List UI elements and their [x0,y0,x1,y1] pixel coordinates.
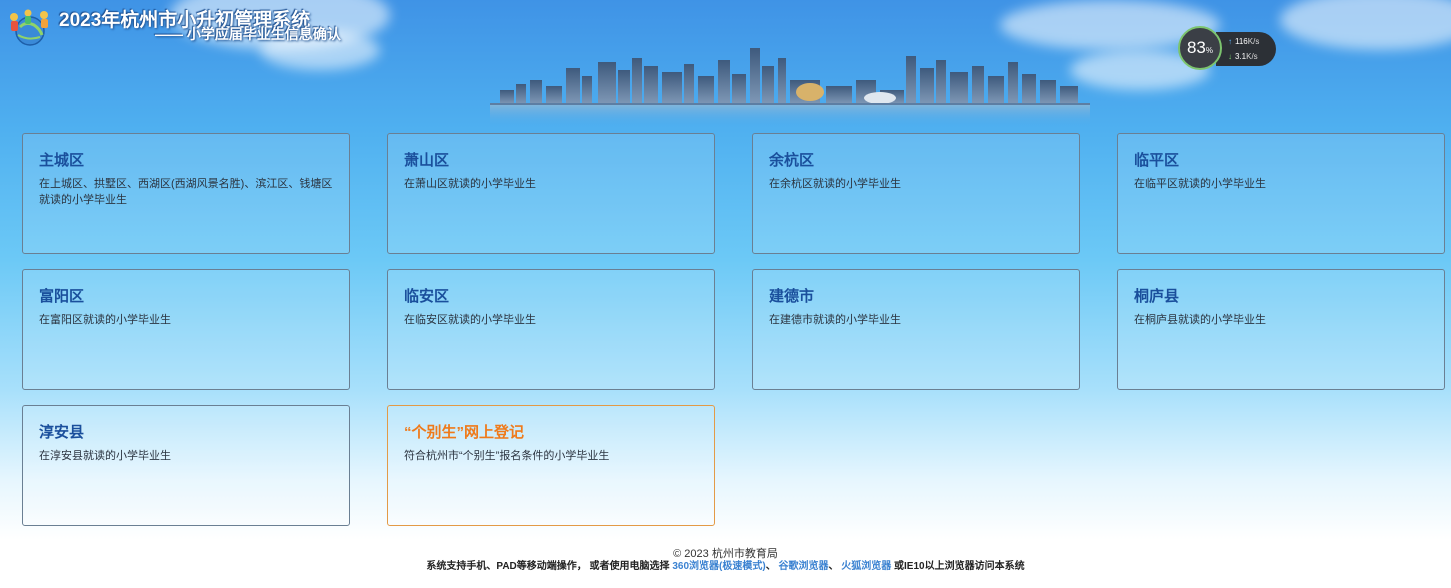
district-card-xiaoshan[interactable]: 萧山区 在萧山区就读的小学毕业生 [387,133,715,254]
upload-arrow-icon: ↑ [1228,37,1232,46]
upload-speed: 116 [1235,37,1248,46]
speed-panel: ↑ 116K/s ↓ 3.1K/s [1216,32,1276,66]
network-speed-widget[interactable]: ↑ 116K/s ↓ 3.1K/s 83% [1178,26,1276,72]
card-description: 在临平区就读的小学毕业生 [1134,178,1266,190]
header-banner: 2023年杭州市小升初管理系统 —— 小学应届毕业生信息确认 ↑ 116K/s … [0,0,1451,125]
card-title: 桐庐县 [1134,288,1180,305]
card-description: 符合杭州市“个别生”报名条件的小学毕业生 [404,450,610,462]
browser-firefox-link[interactable]: 火狐浏览器 [841,561,891,572]
card-title: 临安区 [404,288,450,305]
card-title: 建德市 [769,288,815,305]
separator: 、 [828,561,839,572]
separator: 、 [765,561,776,572]
card-title: “个别生”网上登记 [404,424,525,441]
district-card-linan[interactable]: 临安区 在临安区就读的小学毕业生 [387,269,715,390]
city-skyline-image [490,48,1090,125]
district-card-fuyang[interactable]: 富阳区 在富阳区就读的小学毕业生 [22,269,350,390]
card-description: 在上城区、拱墅区、西湖区(西湖风景名胜)、滨江区、钱塘区就读的小学毕业生 [39,178,333,206]
card-title: 萧山区 [404,152,450,169]
card-description: 在临安区就读的小学毕业生 [404,314,536,326]
card-description: 在富阳区就读的小学毕业生 [39,314,171,326]
download-unit: K/s [1246,52,1258,61]
note-suffix: 或IE10以上浏览器访问本系统 [894,561,1025,572]
card-title: 富阳区 [39,288,85,305]
card-description: 在余杭区就读的小学毕业生 [769,178,901,190]
district-card-linping[interactable]: 临平区 在临平区就读的小学毕业生 [1117,133,1445,254]
card-title: 余杭区 [769,152,815,169]
district-card-tonglu[interactable]: 桐庐县 在桐庐县就读的小学毕业生 [1117,269,1445,390]
percent-unit: % [1205,46,1214,55]
app-subtitle: —— 小学应届毕业生信息确认 [155,26,341,42]
card-title: 主城区 [39,152,85,169]
memory-usage-gauge: 83% [1178,26,1222,70]
district-card-jiande[interactable]: 建德市 在建德市就读的小学毕业生 [752,269,1080,390]
card-title: 临平区 [1134,152,1180,169]
card-description: 在萧山区就读的小学毕业生 [404,178,536,190]
district-card-yuhang[interactable]: 余杭区 在余杭区就读的小学毕业生 [752,133,1080,254]
card-title: 淳安县 [39,424,85,441]
card-description: 在建德市就读的小学毕业生 [769,314,901,326]
district-card-chunan[interactable]: 淳安县 在淳安县就读的小学毕业生 [22,405,350,526]
special-student-registration-card[interactable]: “个别生”网上登记 符合杭州市“个别生”报名条件的小学毕业生 [387,405,715,526]
district-card-main-city[interactable]: 主城区 在上城区、拱墅区、西湖区(西湖风景名胜)、滨江区、钱塘区就读的小学毕业生 [22,133,350,254]
browser-360-link[interactable]: 360浏览器(极速模式) [672,561,765,572]
download-arrow-icon: ↓ [1228,52,1232,61]
card-description: 在桐庐县就读的小学毕业生 [1134,314,1266,326]
memory-percent: 83 [1186,38,1206,57]
upload-unit: K/s [1247,37,1260,46]
download-speed: 3.1 [1235,52,1247,61]
browser-chrome-link[interactable]: 谷歌浏览器 [778,561,828,572]
note-prefix: 系统支持手机、PAD等移动端操作， 或者使用电脑选择 [426,561,670,572]
card-description: 在淳安县就读的小学毕业生 [39,450,171,462]
browser-support-note: 系统支持手机、PAD等移动端操作， 或者使用电脑选择 360浏览器(极速模式)、… [0,557,1451,572]
globe-students-logo-icon [10,9,48,46]
